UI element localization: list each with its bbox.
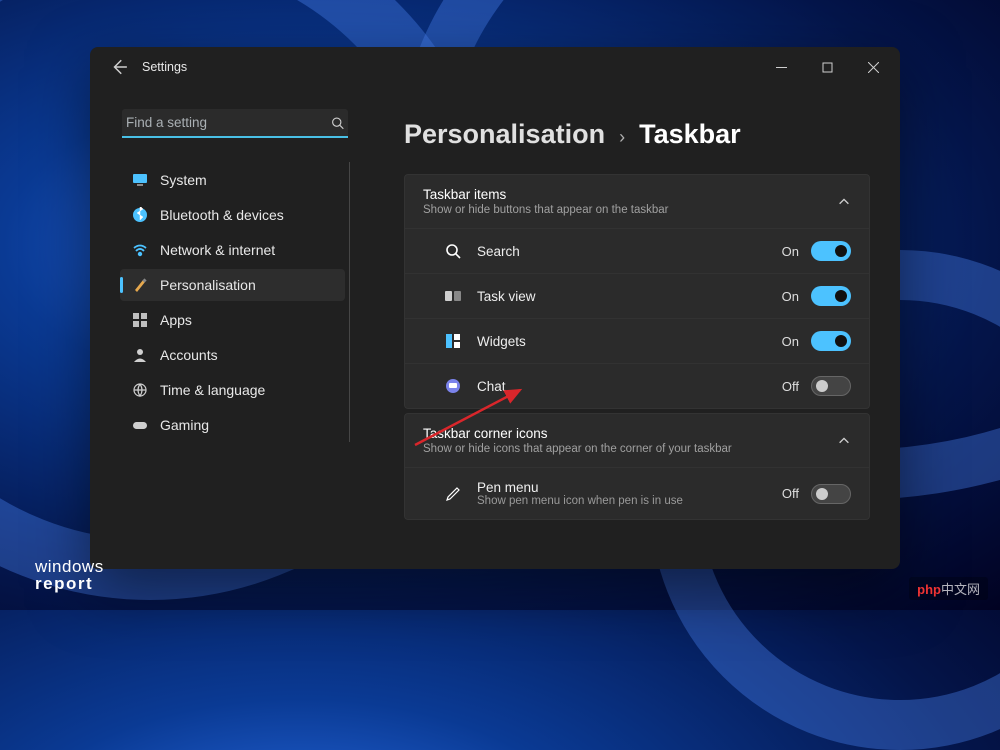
user-icon [132,347,148,363]
sidebar-item-accounts[interactable]: Accounts [120,339,345,371]
toggle-search[interactable] [811,241,851,261]
paintbrush-icon [132,277,148,293]
minimize-button[interactable] [758,51,804,83]
search-box[interactable] [122,109,348,138]
section-subtitle: Show or hide icons that appear on the co… [423,443,732,455]
chevron-up-icon [837,434,851,448]
taskbar-item-search: Search On [405,228,869,273]
row-label: Widgets [477,334,526,349]
widgets-icon [445,333,461,349]
sidebar-item-label: Apps [160,312,192,328]
toggle-pen-menu[interactable] [811,484,851,504]
watermark-php: php中文网 [909,577,988,600]
row-label: Chat [477,379,506,394]
toggle-state-label: Off [782,486,799,501]
sidebar-item-label: Personalisation [160,277,256,293]
pen-icon [445,486,461,502]
row-label: Task view [477,289,536,304]
row-label: Pen menu [477,480,683,495]
sidebar-item-apps[interactable]: Apps [120,304,345,336]
sidebar-item-label: Gaming [160,417,209,433]
search-input[interactable] [126,115,331,130]
sidebar-item-label: Accounts [160,347,218,363]
settings-window: Settings System Bluetooth & devices [90,47,900,569]
taskbar-item-widgets: Widgets On [405,318,869,363]
toggle-taskview[interactable] [811,286,851,306]
bluetooth-icon [132,207,148,223]
window-title: Settings [142,60,187,74]
sidebar-item-network[interactable]: Network & internet [120,234,345,266]
row-label: Search [477,244,520,259]
corner-item-pen-menu: Pen menu Show pen menu icon when pen is … [405,467,869,519]
sidebar-item-label: Time & language [160,382,265,398]
sidebar-item-label: Network & internet [160,242,275,258]
section-header[interactable]: Taskbar corner icons Show or hide icons … [405,414,869,467]
section-title: Taskbar items [423,187,669,202]
toggle-state-label: Off [782,379,799,394]
taskbar-item-chat: Chat Off [405,363,869,408]
wifi-icon [132,242,148,258]
section-subtitle: Show or hide buttons that appear on the … [423,204,669,216]
section-header[interactable]: Taskbar items Show or hide buttons that … [405,175,869,228]
section-title: Taskbar corner icons [423,426,732,441]
toggle-state-label: On [782,289,799,304]
maximize-button[interactable] [804,51,850,83]
breadcrumb-parent[interactable]: Personalisation [404,119,605,150]
toggle-chat[interactable] [811,376,851,396]
gamepad-icon [132,417,148,433]
sidebar: System Bluetooth & devices Network & int… [90,97,380,569]
section-taskbar-items: Taskbar items Show or hide buttons that … [404,174,870,409]
chat-icon [445,378,461,394]
apps-icon [132,312,148,328]
watermark-windowsreport: windows report [35,558,104,592]
main-content: Personalisation › Taskbar Taskbar items … [380,97,900,569]
titlebar: Settings [90,47,900,87]
breadcrumb: Personalisation › Taskbar [404,119,870,150]
sidebar-item-system[interactable]: System [120,164,345,196]
breadcrumb-current: Taskbar [639,119,741,150]
toggle-state-label: On [782,334,799,349]
chevron-up-icon [837,195,851,209]
taskbar-item-taskview: Task view On [405,273,869,318]
search-icon [445,243,461,259]
sidebar-item-label: System [160,172,207,188]
search-icon [331,116,344,130]
sidebar-item-bluetooth[interactable]: Bluetooth & devices [120,199,345,231]
sidebar-item-personalisation[interactable]: Personalisation [120,269,345,301]
toggle-state-label: On [782,244,799,259]
close-button[interactable] [850,51,896,83]
row-sublabel: Show pen menu icon when pen is in use [477,495,683,507]
chevron-right-icon: › [619,127,625,148]
section-taskbar-corner-icons: Taskbar corner icons Show or hide icons … [404,413,870,520]
sidebar-item-gaming[interactable]: Gaming [120,409,345,441]
back-button[interactable] [110,58,128,76]
toggle-widgets[interactable] [811,331,851,351]
sidebar-item-label: Bluetooth & devices [160,207,284,223]
globe-clock-icon [132,382,148,398]
sidebar-item-time-language[interactable]: Time & language [120,374,345,406]
taskview-icon [445,288,461,304]
nav-list: System Bluetooth & devices Network & int… [120,162,350,442]
monitor-icon [132,172,148,188]
